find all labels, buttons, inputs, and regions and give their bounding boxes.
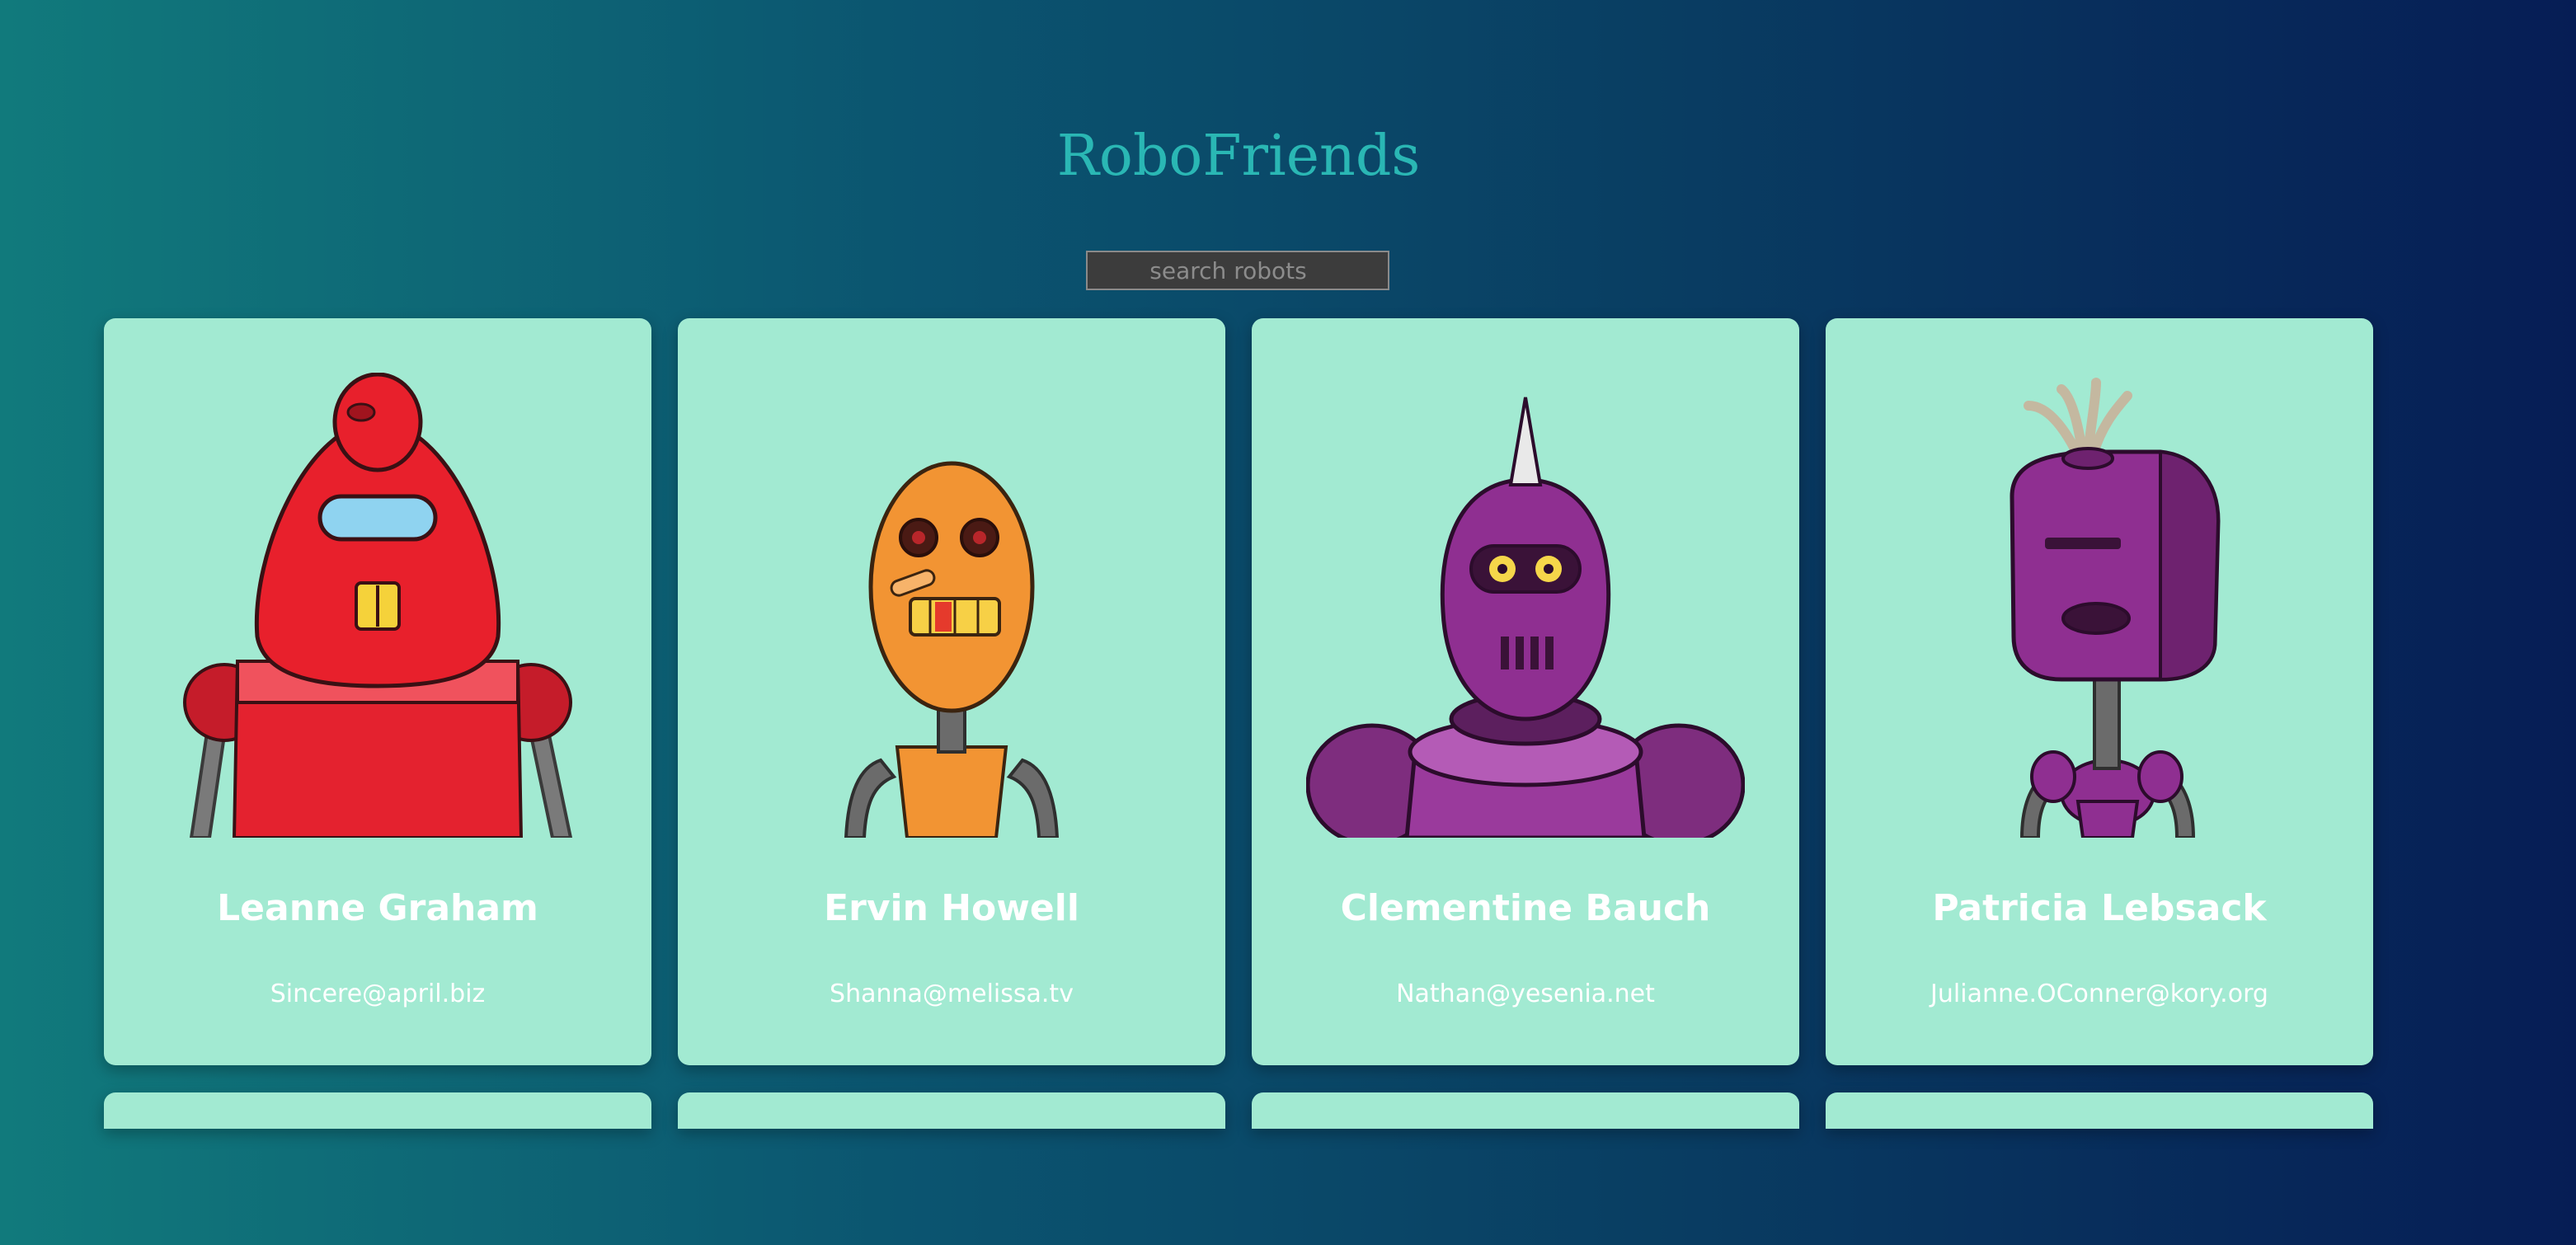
robot-name: Leanne Graham: [217, 887, 538, 929]
robot-card-partial[interactable]: [1826, 1092, 2373, 1129]
page-title: RoboFriends: [1056, 124, 1421, 189]
robot-card[interactable]: Leanne Graham Sincere@april.biz: [104, 318, 651, 1065]
robot-card-partial[interactable]: [1252, 1092, 1799, 1129]
purple-spike-robot-avatar: [1306, 397, 1745, 838]
robot-card-partial[interactable]: [678, 1092, 1225, 1129]
robot-email: Shanna@melissa.tv: [830, 980, 1074, 1008]
robot-card-partial[interactable]: [104, 1092, 651, 1129]
orange-robot-avatar: [844, 461, 1060, 838]
purple-antenna-robot-avatar: [2010, 378, 2221, 838]
robot-name: Patricia Lebsack: [1932, 887, 2267, 929]
robot-name: Ervin Howell: [824, 887, 1079, 929]
robot-email: Sincere@april.biz: [270, 980, 486, 1008]
robot-card[interactable]: Ervin Howell Shanna@melissa.tv: [678, 318, 1225, 1065]
robot-email: Julianne.OConner@kory.org: [1930, 980, 2268, 1008]
robot-card[interactable]: Clementine Bauch Nathan@yesenia.net: [1252, 318, 1799, 1065]
robot-name: Clementine Bauch: [1340, 887, 1711, 929]
search-input[interactable]: [1086, 251, 1389, 290]
red-robot-avatar: [183, 373, 573, 838]
robot-card[interactable]: Patricia Lebsack Julianne.OConner@kory.o…: [1826, 318, 2373, 1065]
robot-email: Nathan@yesenia.net: [1396, 980, 1655, 1008]
